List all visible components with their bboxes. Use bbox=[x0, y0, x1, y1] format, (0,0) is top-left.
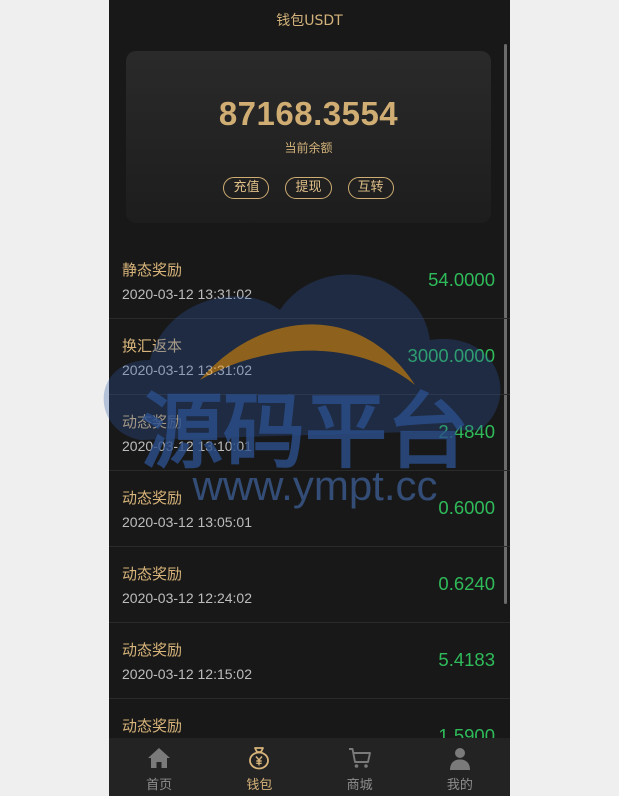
tab-label: 我的 bbox=[446, 778, 473, 793]
balance-actions: 充值 提现 互转 bbox=[126, 177, 491, 199]
transaction-title: 动态奖励 bbox=[122, 489, 183, 507]
home-icon bbox=[148, 748, 171, 768]
transaction-row[interactable]: 静态奖励 2020-03-12 13:31:02 54.0000 bbox=[109, 243, 510, 319]
transaction-row[interactable]: 动态奖励 2020-03-12 12:24:02 0.6240 bbox=[109, 547, 510, 623]
transaction-title: 换汇返本 bbox=[122, 337, 183, 355]
money-bag-icon bbox=[249, 747, 270, 770]
tab-profile[interactable]: 我的 bbox=[410, 738, 510, 796]
transaction-amount: 5.4183 bbox=[438, 649, 495, 670]
transaction-row[interactable]: 换汇返本 2020-03-12 13:31:02 3000.0000 bbox=[109, 319, 510, 395]
transaction-amount: 0.6240 bbox=[438, 573, 495, 594]
tab-label: 钱包 bbox=[246, 778, 273, 793]
transaction-time: 2020-03-12 13:31:02 bbox=[122, 362, 252, 378]
transaction-time: 2020-03-12 12:24:02 bbox=[122, 590, 252, 606]
balance-label: 当前余额 bbox=[284, 141, 333, 155]
transfer-button[interactable]: 互转 bbox=[347, 177, 394, 199]
transaction-title: 动态奖励 bbox=[122, 565, 183, 583]
transaction-title: 动态奖励 bbox=[122, 717, 183, 735]
balance-amount: 87168.3554 bbox=[218, 95, 399, 132]
transaction-row[interactable]: 动态奖励 2020-03-12 12:15:02 5.4183 bbox=[109, 623, 510, 699]
transaction-title: 动态奖励 bbox=[122, 641, 183, 659]
transaction-amount: 2.4840 bbox=[438, 421, 495, 442]
recharge-button[interactable]: 充值 bbox=[223, 177, 270, 199]
tab-shop[interactable]: 商城 bbox=[310, 738, 410, 796]
cart-icon bbox=[348, 748, 371, 768]
transaction-title: 静态奖励 bbox=[122, 261, 183, 279]
user-icon bbox=[449, 748, 470, 770]
transaction-row[interactable]: 动态奖励 2020-03-12 13:10:01 2.4840 bbox=[109, 395, 510, 471]
withdraw-button[interactable]: 提现 bbox=[285, 177, 332, 199]
transaction-title: 动态奖励 bbox=[122, 413, 183, 431]
transaction-time: 2020-03-12 13:10:01 bbox=[122, 438, 252, 454]
transaction-time: 2020-03-12 12:15:02 bbox=[122, 666, 252, 682]
transaction-time: 2020-03-12 13:05:01 bbox=[122, 514, 252, 530]
transaction-amount: 54.0000 bbox=[428, 269, 495, 290]
page-title-text: 钱包USDT bbox=[276, 13, 343, 29]
tab-home[interactable]: 首页 bbox=[109, 738, 209, 796]
bottom-tab-bar: 首页 钱包 商城 我的 bbox=[109, 738, 510, 796]
page-title: 钱包USDT bbox=[109, 0, 510, 40]
transaction-amount: 0.6000 bbox=[438, 497, 495, 518]
wallet-screen: 钱包USDT 87168.3554 当前余额 充值 提现 互转 静态奖励 202… bbox=[109, 0, 510, 796]
transaction-amount: 3000.0000 bbox=[407, 345, 495, 366]
tab-label: 首页 bbox=[146, 778, 173, 793]
balance-card: 87168.3554 当前余额 充值 提现 互转 bbox=[126, 51, 491, 223]
tab-label: 商城 bbox=[346, 778, 373, 793]
transaction-list: 静态奖励 2020-03-12 13:31:02 54.0000 换汇返本 20… bbox=[109, 243, 510, 775]
transaction-row[interactable]: 动态奖励 2020-03-12 13:05:01 0.6000 bbox=[109, 471, 510, 547]
transaction-time: 2020-03-12 13:31:02 bbox=[122, 286, 252, 302]
tab-wallet[interactable]: 钱包 bbox=[209, 738, 309, 796]
